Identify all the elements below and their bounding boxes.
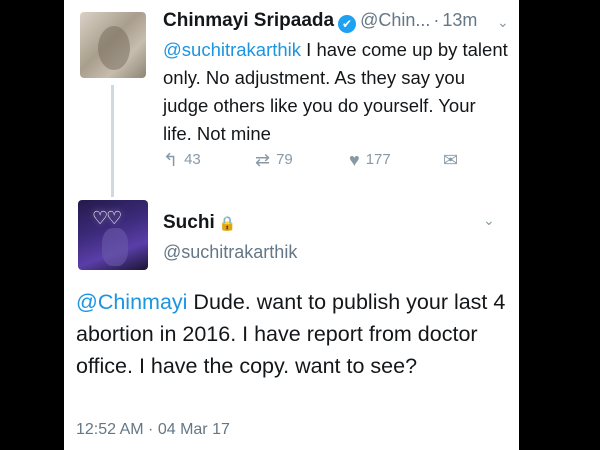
heart-icon: ♥ (349, 150, 360, 170)
like-button[interactable]: ♥ 177 (349, 150, 391, 171)
tweet1-author-handle[interactable]: @Chin... (360, 10, 430, 30)
avatar-chinmayi[interactable] (80, 12, 146, 78)
tweet1-header: Chinmayi Sripaada ✔ @Chin... · 13m (163, 10, 513, 34)
tweet1-action-bar: ↰ 43 ⇄ 79 ♥ 177 ✉ (163, 150, 483, 174)
heart-glasses-decoration: ♡♡ (92, 208, 122, 228)
reply-count: 43 (184, 151, 201, 168)
tweet2-chevron-down-icon[interactable]: ⌄ (483, 212, 495, 229)
tweet1-author-name[interactable]: Chinmayi Sripaada (163, 10, 334, 31)
tweet2-mention[interactable]: @Chinmayi (76, 290, 187, 314)
tweet2-author-handle[interactable]: @suchitrakarthik (163, 242, 297, 263)
direct-message-button[interactable]: ✉ (443, 150, 464, 171)
envelope-icon: ✉ (443, 150, 459, 170)
lock-icon: 🔒 (218, 215, 237, 231)
verified-badge-icon: ✔ (338, 15, 357, 33)
tweet1-text: @suchitrakarthik I have come up by talen… (163, 36, 508, 148)
tweet2-text: @Chinmayi Dude. want to publish your las… (76, 286, 508, 382)
reply-icon: ↰ (163, 150, 179, 170)
tweet2-timestamp: 12:52 AM · 04 Mar 17 (76, 421, 230, 438)
reply-button[interactable]: ↰ 43 (163, 150, 201, 171)
separator-dot: · (433, 10, 440, 30)
tweet1-mention[interactable]: @suchitrakarthik (163, 39, 301, 60)
thread-connector-line (111, 85, 114, 197)
retweet-button[interactable]: ⇄ 79 (255, 150, 293, 171)
tweet1-chevron-down-icon[interactable]: ⌄ (497, 14, 509, 31)
tweet2-author-name[interactable]: Suchi (163, 212, 215, 233)
like-count: 177 (365, 151, 391, 168)
tweet2-author-name-row: Suchi 🔒 (163, 212, 236, 234)
retweet-count: 79 (276, 151, 293, 168)
retweet-icon: ⇄ (255, 150, 271, 170)
avatar-silhouette (98, 26, 130, 70)
avatar-silhouette (102, 228, 128, 266)
avatar-suchi[interactable]: ♡♡ (78, 200, 148, 270)
tweet1-time[interactable]: 13m (442, 10, 477, 30)
